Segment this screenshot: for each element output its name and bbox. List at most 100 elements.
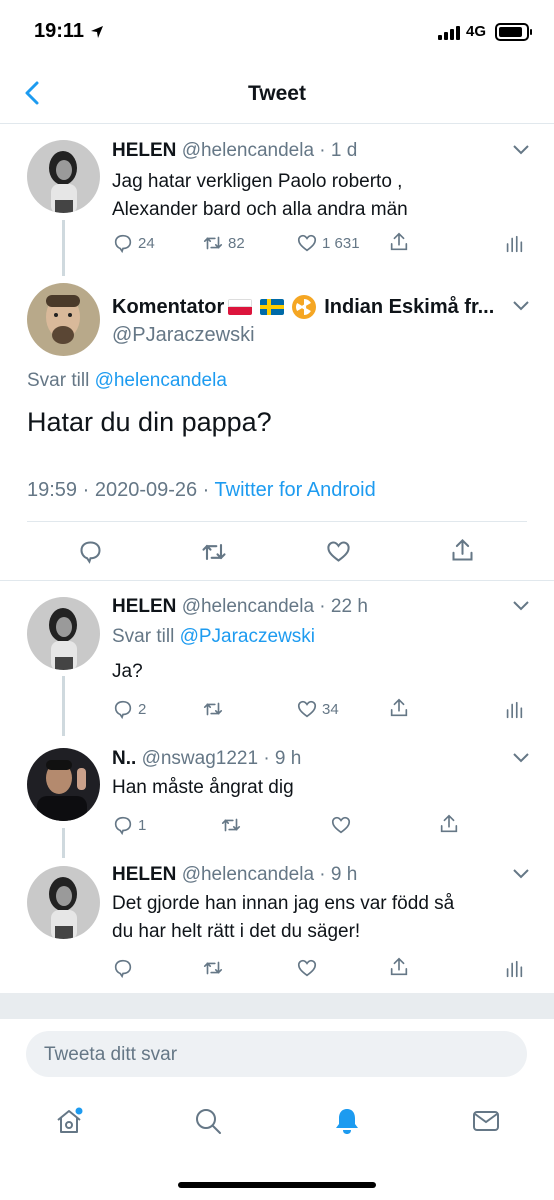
share-icon[interactable] bbox=[449, 537, 476, 564]
chevron-down-icon[interactable] bbox=[512, 600, 530, 612]
handle-time[interactable]: @nswag1221 · 9 h bbox=[142, 748, 302, 769]
share-icon bbox=[390, 698, 408, 717]
reply-button[interactable]: 2 bbox=[112, 698, 146, 720]
signal-icon bbox=[438, 26, 460, 40]
reply-button[interactable]: 1 bbox=[112, 814, 146, 836]
like-button[interactable]: 34 bbox=[296, 698, 339, 720]
reply-button[interactable] bbox=[112, 957, 134, 979]
avatar-helen[interactable] bbox=[27, 866, 100, 939]
handle[interactable]: @PJaraczewski bbox=[112, 324, 255, 347]
analytics-icon bbox=[506, 235, 523, 253]
analytics-icon bbox=[506, 960, 523, 978]
reply-icon bbox=[114, 700, 132, 720]
avatar-nswag[interactable] bbox=[27, 748, 100, 821]
status-bar: 19:11 4G bbox=[0, 0, 554, 66]
notifications-icon[interactable] bbox=[332, 1106, 362, 1136]
tab-bar bbox=[0, 1090, 554, 1160]
retweet-icon bbox=[203, 961, 223, 975]
share-icon bbox=[390, 957, 408, 976]
analytics-button[interactable] bbox=[503, 958, 525, 980]
reply-button[interactable]: 24 bbox=[112, 232, 155, 254]
chevron-down-icon[interactable] bbox=[512, 752, 530, 764]
tweet-source-link[interactable]: Twitter for Android bbox=[215, 479, 376, 501]
like-button[interactable]: 1 631 bbox=[296, 232, 360, 254]
like-icon bbox=[297, 700, 317, 718]
navigation-bar: Tweet bbox=[0, 66, 554, 124]
avatar-komentator[interactable] bbox=[27, 283, 100, 356]
retweet-button[interactable] bbox=[202, 698, 224, 720]
battery-icon bbox=[495, 23, 532, 41]
search-icon[interactable] bbox=[193, 1106, 223, 1136]
main-tweet-text: Hatar du din pappa? bbox=[27, 407, 272, 437]
thread-line bbox=[62, 220, 65, 276]
retweet-icon bbox=[221, 818, 241, 832]
reply-composer[interactable]: Tweeta ditt svar bbox=[26, 1031, 527, 1077]
avatar-helen[interactable] bbox=[27, 597, 100, 670]
reply-count: 2 bbox=[138, 700, 147, 718]
like-icon[interactable] bbox=[325, 538, 352, 565]
chevron-down-icon[interactable] bbox=[512, 300, 530, 312]
messages-icon[interactable] bbox=[471, 1106, 501, 1136]
analytics-icon bbox=[506, 701, 523, 719]
display-name[interactable]: HELEN bbox=[112, 140, 176, 161]
share-button[interactable] bbox=[388, 231, 410, 253]
share-button[interactable] bbox=[388, 956, 410, 978]
tweet-text: Ja? bbox=[112, 661, 143, 682]
display-name[interactable]: N.. bbox=[112, 748, 136, 769]
reply-to-handle[interactable]: @PJaraczewski bbox=[180, 626, 315, 647]
radioactive-icon bbox=[292, 295, 317, 319]
reply-to-handle[interactable]: @helencandela bbox=[95, 370, 227, 391]
home-indicator bbox=[178, 1182, 376, 1188]
home-icon[interactable] bbox=[54, 1106, 84, 1136]
like-count: 1 631 bbox=[322, 234, 360, 252]
retweet-button[interactable]: 82 bbox=[202, 232, 245, 254]
display-name[interactable]: HELEN bbox=[112, 864, 176, 885]
reply-placeholder: Tweeta ditt svar bbox=[44, 1044, 178, 1065]
chevron-down-icon[interactable] bbox=[512, 868, 530, 880]
reply-to: Svar till @helencandela bbox=[27, 370, 227, 391]
reply-icon[interactable] bbox=[77, 538, 104, 565]
tweet-timestamp: 19:59 · 2020-09-26 · Twitter for Android bbox=[27, 479, 376, 501]
like-count: 34 bbox=[322, 700, 339, 718]
like-icon bbox=[297, 959, 317, 977]
tweet-header: HELEN @helencandela · 9 h bbox=[112, 864, 357, 886]
retweet-icon bbox=[203, 236, 223, 250]
handle-time[interactable]: @helencandela · 22 h bbox=[182, 596, 368, 617]
analytics-button[interactable] bbox=[503, 699, 525, 721]
share-button[interactable] bbox=[388, 697, 410, 719]
like-button[interactable] bbox=[296, 957, 318, 979]
tweet-header: HELEN @helencandela · 22 h bbox=[112, 596, 368, 618]
retweet-button[interactable] bbox=[220, 814, 242, 836]
retweet-icon bbox=[203, 702, 223, 716]
retweet-icon[interactable] bbox=[200, 538, 228, 566]
location-arrow-icon bbox=[91, 26, 103, 38]
avatar-helen[interactable] bbox=[27, 140, 100, 213]
thread-line bbox=[62, 828, 65, 858]
like-button[interactable] bbox=[330, 814, 352, 836]
reply-to: Svar till @PJaraczewski bbox=[112, 626, 316, 647]
tweet-header: HELEN @helencandela · 1 d bbox=[112, 140, 357, 162]
analytics-button[interactable] bbox=[503, 233, 525, 255]
network-type: 4G bbox=[466, 23, 487, 40]
section-separator bbox=[0, 993, 554, 1019]
handle-time[interactable]: @helencandela · 9 h bbox=[182, 864, 358, 885]
reply-count: 24 bbox=[138, 234, 155, 252]
tweet-text: Jag hatar verkligen Paolo roberto , Alex… bbox=[112, 171, 408, 220]
share-icon bbox=[440, 814, 458, 833]
retweet-button[interactable] bbox=[202, 957, 224, 979]
retweet-count: 82 bbox=[228, 234, 245, 252]
share-button[interactable] bbox=[438, 813, 460, 835]
poland-flag-icon bbox=[228, 299, 253, 315]
display-name[interactable]: Komentator Indian Eskimå fr... bbox=[112, 295, 494, 319]
chevron-down-icon[interactable] bbox=[512, 144, 530, 156]
tweet-text: Det gjorde han innan jag ens var född så… bbox=[112, 893, 455, 942]
tweet-header: N.. @nswag1221 · 9 h bbox=[112, 748, 301, 770]
display-name[interactable]: HELEN bbox=[112, 596, 176, 617]
page-title: Tweet bbox=[248, 82, 306, 105]
tweet-text: Han måste ångrat dig bbox=[112, 777, 294, 798]
thread-line bbox=[62, 676, 65, 736]
share-icon bbox=[390, 232, 408, 251]
like-icon bbox=[297, 234, 317, 252]
reply-icon bbox=[114, 234, 132, 254]
handle-time[interactable]: @helencandela · 1 d bbox=[182, 140, 358, 161]
